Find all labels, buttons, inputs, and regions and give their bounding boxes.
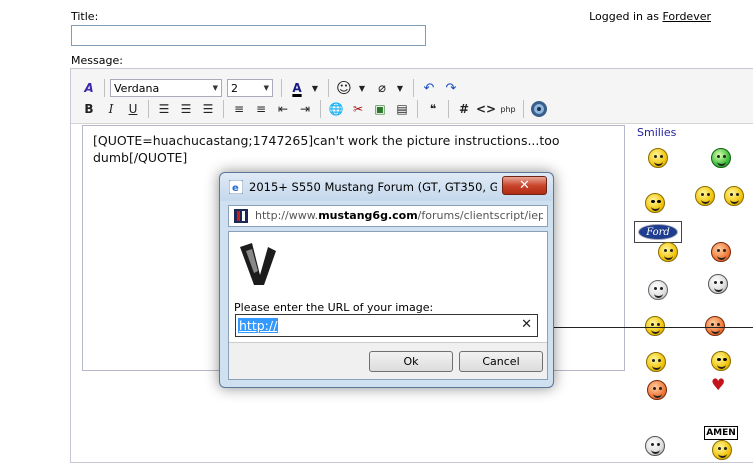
font-select-value: Verdana (114, 81, 160, 95)
banner-line (548, 327, 753, 328)
php-icon[interactable]: php (498, 99, 518, 119)
dialog-title: 2015+ S550 Mustang Forum (GT, GT350, GT5… (249, 180, 497, 194)
dialog-close-button[interactable]: ✕ (502, 176, 547, 195)
dialog-url-text: http://www.mustang6g.com/forums/clientsc… (255, 209, 543, 222)
beer-icon[interactable] (724, 186, 744, 206)
message-text: [QUOTE=huachucastang;1747265]can't work … (93, 133, 564, 165)
ok-button[interactable]: Ok (369, 351, 453, 372)
hammer-icon[interactable] (705, 316, 725, 336)
size-select-value: 2 (231, 81, 238, 95)
ordered-list-icon[interactable]: ≡ (229, 99, 249, 119)
logged-in-prefix: Logged in as (589, 10, 659, 23)
clear-icon[interactable]: ✕ (521, 317, 532, 332)
chevron-down-icon: ▼ (263, 84, 269, 92)
title-input[interactable] (71, 25, 426, 46)
unordered-list-icon[interactable]: ≡ (251, 99, 271, 119)
dialog-titlebar[interactable]: e 2015+ S550 Mustang Forum (GT, GT350, G… (220, 173, 553, 201)
toolbar-separator (223, 100, 224, 118)
dialog-url-bar: http://www.mustang6g.com/forums/clientsc… (228, 205, 548, 227)
smiley-icon[interactable]: ☺ (334, 78, 354, 98)
angry-icon[interactable] (647, 380, 667, 400)
indent-icon[interactable]: ⇥ (295, 99, 315, 119)
laugh-icon[interactable] (648, 280, 668, 300)
redo-icon[interactable]: ↷ (441, 78, 461, 98)
toolbar-separator (413, 79, 414, 97)
align-right-icon[interactable]: ☰ (198, 99, 218, 119)
toolbar-separator (148, 100, 149, 118)
italic-button[interactable]: I (101, 99, 121, 119)
chevron-down-icon[interactable]: ▼ (309, 78, 321, 98)
insert-image-icon[interactable]: ▣ (370, 99, 390, 119)
dialog-body: Please enter the URL of your image: http… (228, 231, 548, 380)
image-url-dialog: e 2015+ S550 Mustang Forum (GT, GT350, G… (219, 172, 554, 388)
dialog-prompt: Please enter the URL of your image: (234, 301, 434, 314)
smilies-title: Smilies (637, 126, 677, 139)
wink-icon[interactable] (646, 352, 666, 372)
cool-icon[interactable] (645, 193, 665, 213)
title-label: Title: (71, 10, 99, 23)
align-left-icon[interactable]: ☰ (154, 99, 174, 119)
url-domain: mustang6g.com (318, 209, 418, 222)
toolbar-separator (320, 100, 321, 118)
toolbar-row-1: A Verdana ▼ 2 ▼ A ▼ ☺ ▼ ⌀ ▼ ↶ ↷ (79, 77, 463, 99)
boxing-icon[interactable] (711, 242, 731, 262)
quote-icon[interactable]: ❝ (423, 99, 443, 119)
thinking-icon[interactable] (708, 274, 728, 294)
insert-video-icon[interactable]: ▤ (392, 99, 412, 119)
broken-heart-icon[interactable]: ♥ (711, 377, 727, 393)
underline-button[interactable]: U (123, 99, 143, 119)
toolbar-separator (523, 100, 524, 118)
image-url-value: http:// (238, 318, 279, 333)
script-logo-icon (238, 241, 278, 287)
chevron-down-icon: ▼ (212, 84, 218, 92)
smile-icon[interactable] (648, 148, 668, 168)
url-prefix: http://www. (255, 209, 319, 222)
toolbar-separator (448, 100, 449, 118)
outdent-icon[interactable]: ⇤ (273, 99, 293, 119)
browser-icon: e (229, 180, 243, 194)
hash-icon[interactable]: # (454, 99, 474, 119)
toolbar-separator (328, 79, 329, 97)
ford-label: Ford (638, 224, 678, 240)
remove-format-icon[interactable]: A (79, 78, 99, 98)
amen-smiley-icon (712, 440, 732, 460)
username-link[interactable]: Fordever (662, 10, 711, 23)
ninja-icon[interactable] (711, 351, 731, 371)
cheers-icon[interactable] (695, 186, 715, 206)
remove-link-icon[interactable]: ✂ (348, 99, 368, 119)
editor-toolbar: A Verdana ▼ 2 ▼ A ▼ ☺ ▼ ⌀ ▼ ↶ ↷ B I U ☰ … (71, 69, 753, 124)
cancel-button[interactable]: Cancel (459, 351, 543, 372)
toolbar-separator (417, 100, 418, 118)
logged-in-text: Logged in as Fordever (589, 10, 711, 23)
url-suffix: /forums/clientscript/ieprc (417, 209, 543, 222)
chevron-down-icon[interactable]: ▼ (356, 78, 368, 98)
sign-icon[interactable] (658, 242, 678, 262)
svg-text:e: e (232, 183, 239, 194)
message-label: Message: (71, 54, 123, 67)
align-center-icon[interactable]: ☰ (176, 99, 196, 119)
size-select[interactable]: 2 ▼ (227, 79, 273, 97)
banner-icon[interactable] (645, 316, 665, 336)
undo-icon[interactable]: ↶ (419, 78, 439, 98)
switch-mode-icon[interactable] (529, 99, 549, 119)
insert-link-icon[interactable]: 🌐 (326, 99, 346, 119)
font-color-icon[interactable]: A (287, 78, 307, 98)
toolbar-separator (281, 79, 282, 97)
font-select[interactable]: Verdana ▼ (110, 79, 222, 97)
attachment-icon[interactable]: ⌀ (372, 78, 392, 98)
toolbar-row-2: B I U ☰ ☰ ☰ ≡ ≡ ⇤ ⇥ 🌐 ✂ ▣ ▤ ❝ # <> php (79, 98, 551, 120)
toolbar-separator (104, 79, 105, 97)
blank-icon[interactable] (645, 436, 665, 456)
image-url-input[interactable]: http:// ✕ (235, 314, 538, 337)
amen-icon[interactable]: AMEN (704, 426, 738, 440)
code-icon[interactable]: <> (476, 99, 496, 119)
ford-icon[interactable]: Ford (634, 221, 682, 243)
site-favicon-icon (234, 209, 248, 223)
dialog-content: Please enter the URL of your image: http… (229, 232, 547, 343)
bold-button[interactable]: B (79, 99, 99, 119)
chevron-down-icon[interactable]: ▼ (394, 78, 406, 98)
grin-icon[interactable] (711, 148, 731, 168)
